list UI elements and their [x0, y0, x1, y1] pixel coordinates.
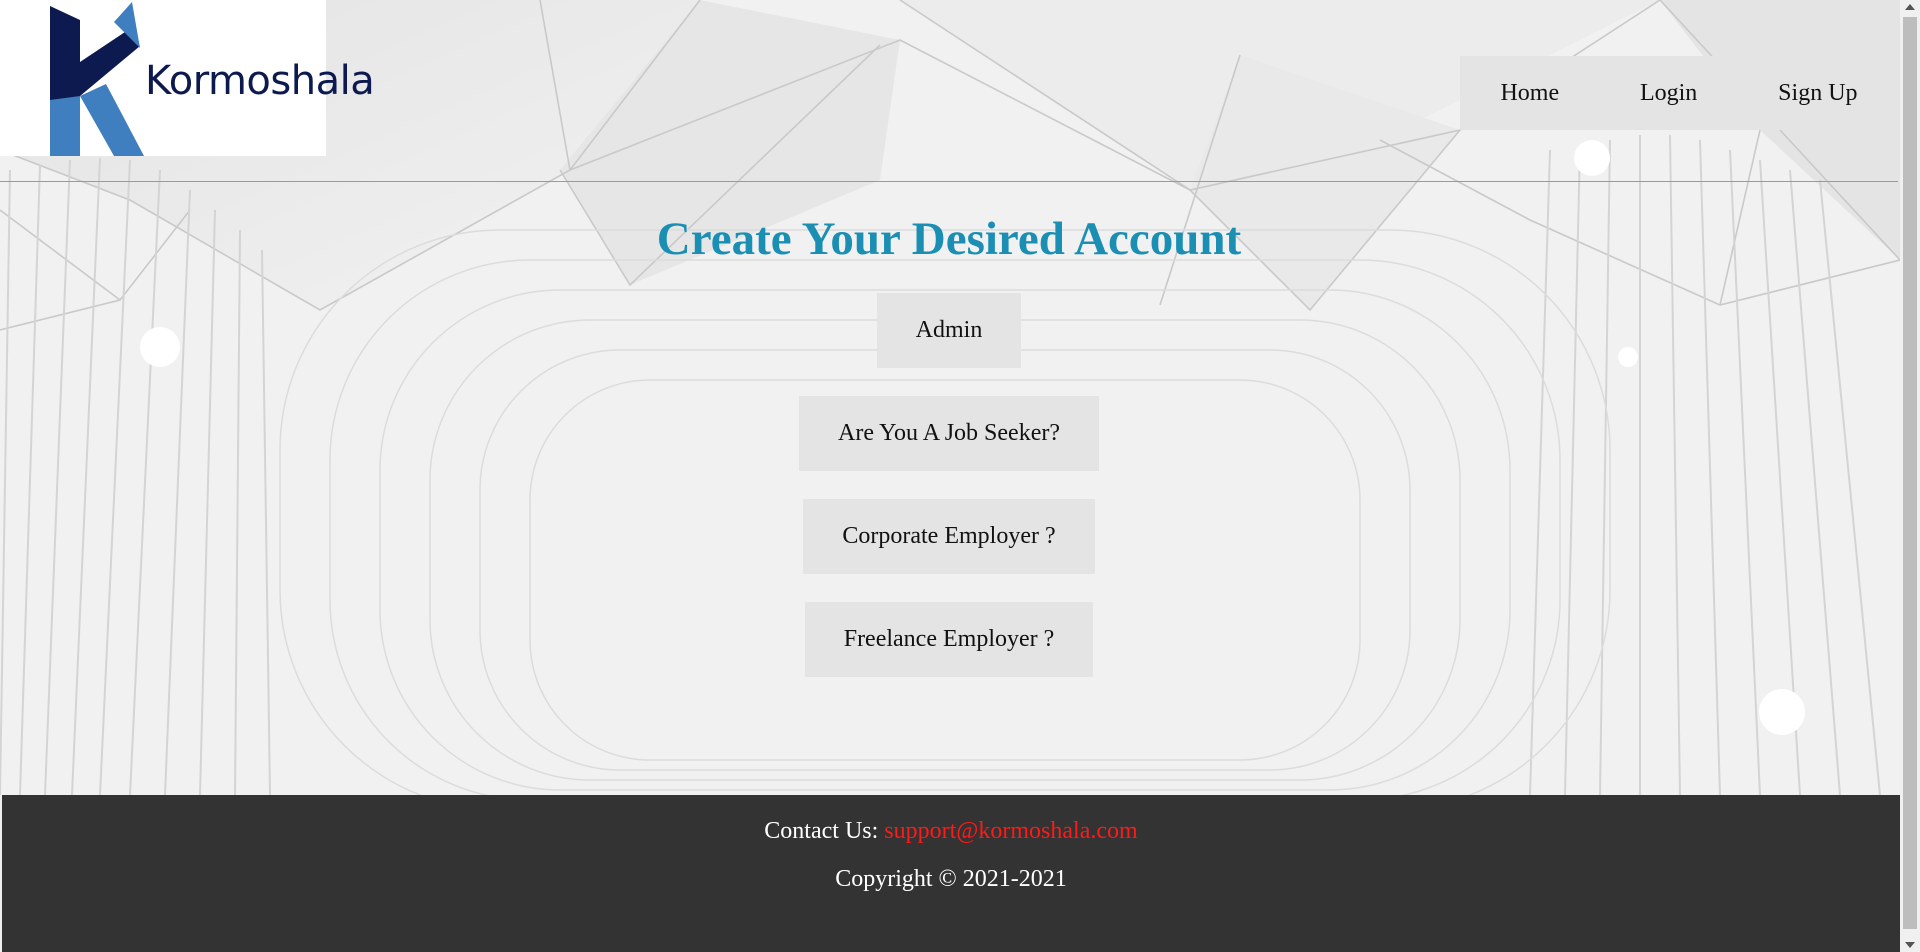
contact-email-link[interactable]: support@kormoshala.com [884, 818, 1137, 844]
scroll-thumb[interactable] [1903, 17, 1917, 929]
corporate-employer-button[interactable]: Corporate Employer ? [803, 499, 1095, 574]
nav-signup-link[interactable]: Sign Up [1768, 80, 1867, 107]
nav-home-link[interactable]: Home [1490, 80, 1569, 107]
page: Kormoshala Home Login Sign Up Create You… [0, 0, 1920, 952]
vertical-scrollbar[interactable] [1900, 0, 1920, 952]
footer: Contact Us: support@kormoshala.com Copyr… [2, 795, 1900, 952]
contact-line: Contact Us: support@kormoshala.com [2, 818, 1900, 845]
job-seeker-button[interactable]: Are You A Job Seeker? [799, 396, 1099, 471]
copyright-text: Copyright © 2021-2021 [835, 866, 1067, 892]
account-type-section: Create Your Desired Account Admin Are Yo… [0, 182, 1898, 795]
logo-text: Kormoshala [145, 58, 375, 104]
k-arrow-logo-icon [50, 2, 144, 156]
logo[interactable]: Kormoshala [0, 0, 375, 156]
top-nav: Home Login Sign Up [1460, 56, 1898, 130]
contact-label: Contact Us: [764, 818, 879, 844]
scroll-up-arrow-icon[interactable] [1905, 4, 1915, 10]
scroll-down-arrow-icon[interactable] [1905, 942, 1915, 948]
admin-button[interactable]: Admin [876, 293, 1022, 368]
freelance-employer-button[interactable]: Freelance Employer ? [804, 602, 1094, 677]
page-title: Create Your Desired Account [656, 213, 1242, 265]
nav-login-link[interactable]: Login [1630, 80, 1707, 107]
